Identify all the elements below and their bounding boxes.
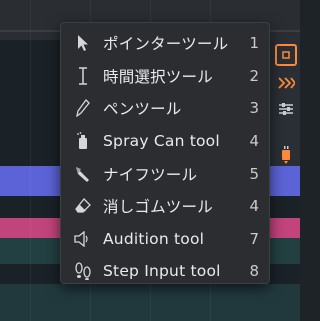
fast-forward-icon[interactable]: [275, 72, 297, 94]
mixer-settings-icon[interactable]: [275, 98, 297, 120]
menu-item-label: 時間選択ツール: [103, 67, 213, 86]
menu-item-eraser-tool[interactable]: 消しゴムツール 4: [61, 190, 269, 223]
spray-can-icon: [73, 132, 93, 150]
menu-item-pointer-tool[interactable]: ポインターツール 1: [61, 27, 269, 60]
menu-item-shortcut: 4: [249, 132, 259, 151]
menu-item-shortcut: 7: [249, 229, 259, 248]
menu-item-label: ポインターツール: [103, 35, 229, 54]
eraser-icon: [73, 197, 93, 215]
marker-icon[interactable]: [275, 144, 297, 166]
menu-item-spray-can-tool[interactable]: Spray Can tool 4: [61, 125, 269, 158]
pen-icon: [73, 99, 93, 118]
menu-item-label: 消しゴムツール: [103, 198, 213, 217]
menu-item-shortcut: 5: [249, 164, 259, 183]
menu-item-pen-tool[interactable]: ペンツール 3: [61, 92, 269, 125]
menu-item-label: ペンツール: [103, 100, 182, 119]
tool-menu: ポインターツール 1 時間選択ツール 2 ペンツール 3 Spray Can t…: [60, 22, 270, 284]
menu-item-label: Spray Can tool: [103, 132, 220, 151]
menu-item-shortcut: 2: [249, 66, 259, 85]
menu-item-audition-tool[interactable]: Audition tool 7: [61, 223, 269, 256]
menu-item-label: ナイフツール: [103, 165, 198, 184]
menu-item-label: Audition tool: [103, 229, 205, 248]
footsteps-icon: [73, 262, 93, 281]
menu-item-shortcut: 4: [249, 197, 259, 216]
menu-item-label: Step Input tool: [103, 262, 221, 281]
menu-item-shortcut: 8: [249, 262, 259, 281]
menu-item-shortcut: 3: [249, 99, 259, 118]
pointer-icon: [73, 34, 93, 52]
menu-item-knife-tool[interactable]: ナイフツール 5: [61, 157, 269, 190]
snap-icon[interactable]: [275, 44, 297, 66]
right-toolbar: [268, 36, 300, 166]
menu-item-time-selection-tool[interactable]: 時間選択ツール 2: [61, 60, 269, 93]
speaker-icon: [73, 230, 93, 247]
menu-item-step-input-tool[interactable]: Step Input tool 8: [61, 255, 269, 288]
text-cursor-icon: [73, 67, 93, 85]
knife-icon: [73, 165, 93, 183]
menu-item-shortcut: 1: [249, 34, 259, 53]
